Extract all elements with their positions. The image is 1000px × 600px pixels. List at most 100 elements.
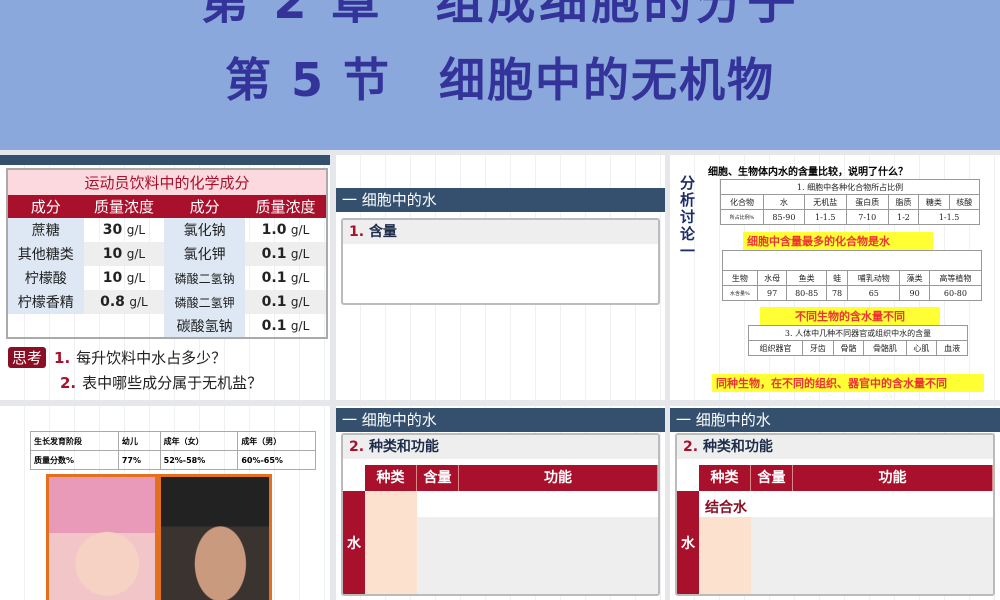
col-function: 功能 <box>459 465 658 491</box>
cell: 1-2 <box>887 209 920 225</box>
concentration: 0.8 g/L <box>83 290 165 314</box>
cell: 生长发育阶段 <box>30 431 119 451</box>
unit: g/L <box>290 223 310 237</box>
cell: 蛙 <box>825 270 849 286</box>
ingredient: 碳酸氢钠 <box>164 314 245 338</box>
concentration: 30 g/L <box>84 218 165 242</box>
concentration: 0.1 g/L <box>245 314 327 338</box>
unit: g/L <box>126 271 146 285</box>
table-caption: 运动员饮料中的化学成分 <box>7 169 327 195</box>
chapter-title: 第 2 章 组成细胞的分子 <box>200 0 800 30</box>
cell: 血液 <box>936 340 968 356</box>
compound-table: 1. 细胞中各种化合物所占比例 化合物水无机盐 蛋白质 脂质 糖类 核酸 所占比例% 85… <box>719 179 981 225</box>
value: 0.1 <box>261 246 287 262</box>
cell: 90 <box>899 285 930 301</box>
title: 种类和功能 <box>702 439 773 455</box>
water-label: 水 <box>343 491 365 594</box>
question: 细胞、生物体内水的含量比较，说明了什么？ <box>708 167 908 178</box>
col-amount: 含量 <box>417 465 459 491</box>
header-band <box>0 155 330 165</box>
col-type: 种类 <box>365 465 417 491</box>
cell: 52%-58% <box>159 450 239 470</box>
ingredient <box>7 314 84 338</box>
table-row: 柠檬酸 10 g/L 磷酸二氢钠 0.1 g/L <box>7 266 327 290</box>
cell: 60%-65% <box>237 450 316 470</box>
concentration: 10 g/L <box>83 242 165 266</box>
col-header: 成分 <box>7 195 84 218</box>
col-header: 质量浓度 <box>244 195 327 218</box>
concentration: 0.1 g/L <box>245 266 327 290</box>
unit: g/L <box>290 271 310 285</box>
slide-thumbnail-types-bound[interactable]: 一 细胞中的水 2. 种类和功能 种类 含量 功能 水 结合水 <box>670 406 1000 600</box>
q-text: 每升饮料中水占多少？ <box>76 349 227 367</box>
ingredient: 其他糖类 <box>7 242 84 266</box>
section-title: 第 5 节 细胞中的无机物 <box>224 53 776 107</box>
cell: 骨骼 <box>832 340 865 356</box>
title-slide[interactable]: 第 2 章 组成细胞的分子 第 5 节 细胞中的无机物 <box>0 0 1000 150</box>
unit: g/L <box>126 223 146 237</box>
table-row: 碳酸氢钠 0.1 g/L <box>7 314 327 338</box>
unit: g/L <box>290 318 310 333</box>
unit: g/L <box>126 247 146 261</box>
title: 含量 <box>368 224 397 240</box>
cell: 糖类 <box>918 194 950 210</box>
cell: 心肌 <box>905 340 938 356</box>
cell: 97 <box>756 285 788 301</box>
concentration: 0.1 g/L <box>244 290 327 314</box>
question-1: 思考 1. 每升饮料中水占多少？ <box>8 347 226 368</box>
caption: 1. 细胞中各种化合物所占比例 <box>720 179 980 195</box>
value: 10 <box>102 270 123 286</box>
highlight-2: 不同生物的含水量不同 <box>760 307 940 325</box>
value: 0.1 <box>261 317 287 334</box>
types-table-box: 2. 种类和功能 种类 含量 功能 水 <box>341 433 660 596</box>
slide-thumbnail-drink[interactable]: 运动员饮料中的化学成分 成分 质量浓度 成分 质量浓度 蔗糖 30 g/L 氯化钠 1… <box>0 155 330 400</box>
label: 水含量% <box>722 285 758 301</box>
cell: 牙齿 <box>802 340 834 356</box>
slide-thumbnail-content[interactable]: 一 细胞中的水 1. 含量 <box>336 155 665 400</box>
cell: 成年（女） <box>159 431 239 451</box>
q-number: 1. <box>54 349 71 367</box>
cell: 无机盐 <box>803 194 847 210</box>
section-header: 一 细胞中的水 <box>670 408 1000 432</box>
ingredient: 氯化钠 <box>164 218 245 242</box>
cell: 藻类 <box>899 270 930 286</box>
cell: 水母 <box>756 270 788 286</box>
table-row: 柠檬香精 0.8 g/L 磷酸二氢钾 0.1 g/L <box>7 290 327 314</box>
bound-water-label: 结合水 <box>705 500 747 516</box>
side-title: 分析讨论一 <box>680 174 696 260</box>
box-title: 2. 种类和功能 <box>343 435 658 459</box>
baby-photo <box>46 474 158 600</box>
cell: 核酸 <box>948 194 981 210</box>
col-header: 质量浓度 <box>83 195 165 218</box>
age-water-table: 生长发育阶段 幼儿 成年（女） 成年（男） 质量分数% 77% 52%-58% 60%-65… <box>30 431 316 470</box>
col-header: 成分 <box>164 195 245 218</box>
slide-thumbnail-types[interactable]: 一 细胞中的水 2. 种类和功能 种类 含量 功能 水 <box>336 406 665 600</box>
q-text: 表中哪些成分属于无机盐？ <box>82 374 263 392</box>
col-function: 功能 <box>793 465 993 491</box>
cell: 骨骼肌 <box>863 340 907 356</box>
cell: 哺乳动物 <box>847 270 901 286</box>
slide-thumbnail-analysis[interactable]: 分析讨论一 细胞、生物体内水的含量比较，说明了什么？ 1. 细胞中各种化合物所占… <box>670 155 1000 400</box>
num: 1. <box>349 224 365 240</box>
table-row: 蔗糖 30 g/L 氯化钠 1.0 g/L <box>7 218 327 242</box>
value: 1.0 <box>261 222 287 238</box>
section-header: 一 细胞中的水 <box>336 408 665 432</box>
ingredient: 磷酸二氢钾 <box>164 290 245 314</box>
cell: 蛋白质 <box>845 194 889 210</box>
cell: 生物 <box>722 270 758 286</box>
col-amount: 含量 <box>751 465 793 491</box>
cell: 77% <box>117 450 161 470</box>
cell: 成年（男） <box>237 431 316 451</box>
concentration: 10 g/L <box>84 266 165 290</box>
slide-thumbnail-age[interactable]: 生长发育阶段 幼儿 成年（女） 成年（男） 质量分数% 77% 52%-58% 60%-65… <box>0 406 330 600</box>
concentration <box>84 314 165 338</box>
title: 种类和功能 <box>368 439 439 455</box>
elderly-photo <box>158 474 272 600</box>
concentration: 0.1 g/L <box>244 242 327 266</box>
organ-table: 3. 人体中几种不同器官或组织中水的含量 组织器官 牙齿 骨骼 骨骼肌 心肌 血液 <box>748 325 968 356</box>
box-title: 2. 种类和功能 <box>677 435 993 459</box>
content-box: 1. 含量 <box>341 218 660 305</box>
cell: 1-1.5 <box>803 209 847 225</box>
ingredient: 蔗糖 <box>7 218 84 242</box>
concentration: 1.0 g/L <box>245 218 327 242</box>
